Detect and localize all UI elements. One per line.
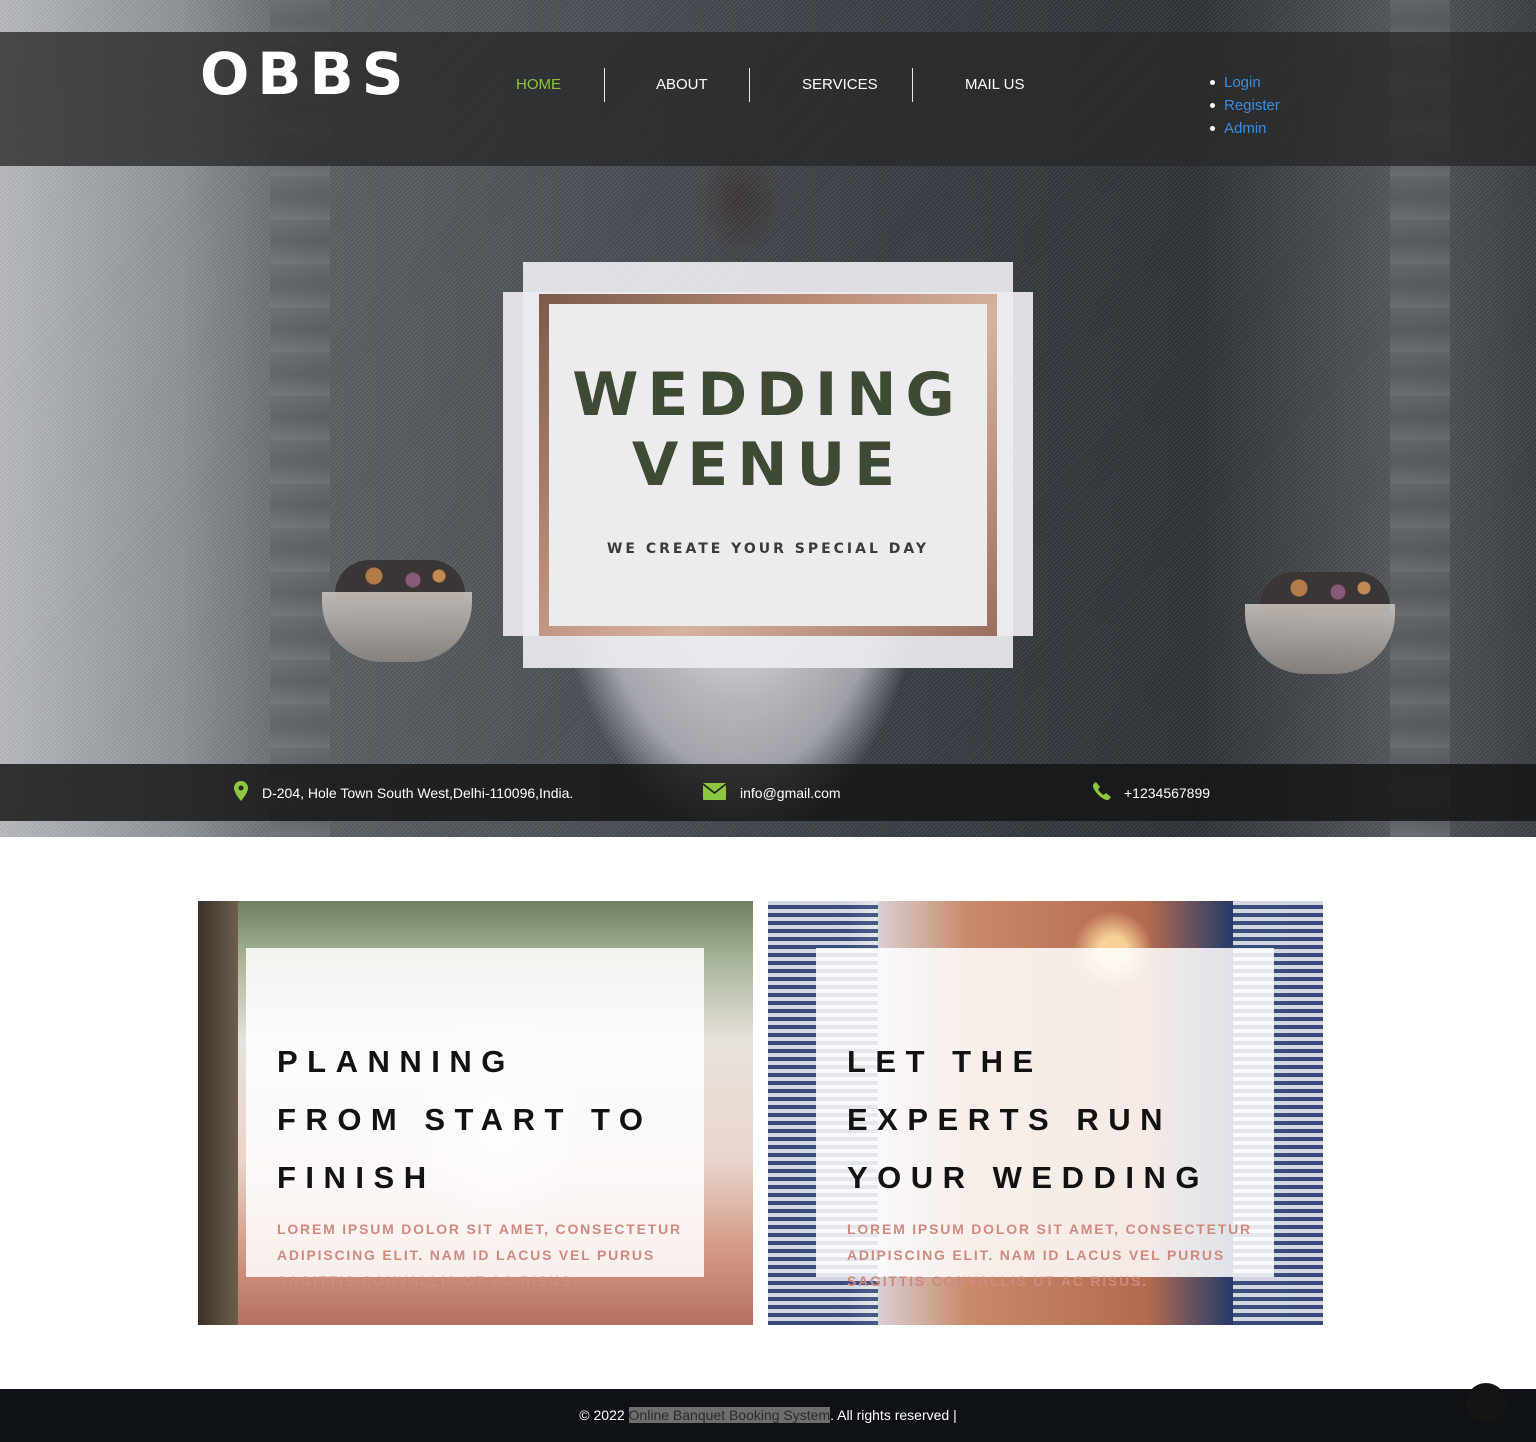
envelope-icon xyxy=(703,783,726,800)
nav-link-home[interactable]: HOME xyxy=(516,75,561,95)
site-logo[interactable]: OBBS xyxy=(200,42,412,106)
urn-decoration xyxy=(1245,604,1395,674)
feature-card-text-line: ADIPISCING ELIT. NAM ID LACUS VEL PURUS xyxy=(277,1247,655,1263)
feature-card-title-line: FINISH xyxy=(277,1160,436,1195)
feature-card-panel: LET THE EXPERTS RUN YOUR WEDDING LOREM I… xyxy=(816,948,1274,1289)
footer-copyright-suffix: . All rights reserved | xyxy=(830,1407,957,1423)
contact-phone[interactable]: +1234567899 xyxy=(1124,784,1210,802)
register-link[interactable]: Register xyxy=(1224,97,1280,114)
feature-card-experts: LET THE EXPERTS RUN YOUR WEDDING LOREM I… xyxy=(768,901,1323,1325)
feature-card-text: LOREM IPSUM DOLOR SIT AMET, CONSECTETUR … xyxy=(847,1216,1267,1294)
map-marker-icon xyxy=(234,781,248,801)
scroll-to-top-button[interactable] xyxy=(1466,1383,1506,1423)
feature-card-title-line: LET THE xyxy=(847,1044,1043,1079)
feature-card-title: PLANNING FROM START TO FINISH xyxy=(277,1033,687,1207)
feature-card-panel: PLANNING FROM START TO FINISH LOREM IPSU… xyxy=(246,948,704,1289)
contact-address: D-204, Hole Town South West,Delhi-110096… xyxy=(262,785,574,801)
nav-separator xyxy=(912,68,913,102)
auth-list-item: Login xyxy=(1209,72,1280,95)
feature-card-planning: PLANNING FROM START TO FINISH LOREM IPSU… xyxy=(198,901,753,1325)
urn-decoration xyxy=(322,592,472,662)
feature-card-title: LET THE EXPERTS RUN YOUR WEDDING xyxy=(847,1033,1257,1207)
feature-card-text: LOREM IPSUM DOLOR SIT AMET, CONSECTETUR … xyxy=(277,1216,697,1294)
auth-links-list: Login Register Admin xyxy=(1209,72,1280,141)
nav-separator xyxy=(749,68,750,102)
login-link[interactable]: Login xyxy=(1224,74,1261,91)
feature-card-text-line: ADIPISCING ELIT. NAM ID LACUS VEL PURUS xyxy=(847,1247,1225,1263)
feature-card-title-line: YOUR WEDDING xyxy=(847,1160,1209,1195)
feature-card-title-line: EXPERTS RUN xyxy=(847,1102,1172,1137)
footer-copyright: © 2022 Online Banquet Booking System. Al… xyxy=(0,1405,1536,1425)
feature-card-text-line: LOREM IPSUM DOLOR SIT AMET, CONSECTETUR xyxy=(277,1221,682,1237)
banner-title-line-1: WEDDING xyxy=(572,360,964,430)
feature-card-text-line: LOREM IPSUM DOLOR SIT AMET, CONSECTETUR xyxy=(847,1221,1252,1237)
nav-link-services[interactable]: SERVICES xyxy=(802,75,878,95)
admin-link[interactable]: Admin xyxy=(1224,120,1267,137)
feature-card-text-line: SAGITTIS CONVALLIS UT AC RISUS. xyxy=(277,1273,578,1289)
banner-title-line-2: VENUE xyxy=(631,430,905,500)
footer-site-link[interactable]: Online Banquet Booking System xyxy=(628,1407,831,1423)
auth-list-item: Admin xyxy=(1209,118,1280,141)
feature-card-title-line: FROM START TO xyxy=(277,1102,653,1137)
phone-icon xyxy=(1093,782,1111,800)
auth-list-item: Register xyxy=(1209,95,1280,118)
nav-separator xyxy=(604,68,605,102)
feature-card-title-line: PLANNING xyxy=(277,1044,515,1079)
tree-trunk-decoration xyxy=(198,901,238,1325)
nav-link-about[interactable]: ABOUT xyxy=(656,75,708,95)
contact-email[interactable]: info@gmail.com xyxy=(740,784,841,802)
feature-card-text-line: SAGITTIS CONVALLIS UT AC RISUS. xyxy=(847,1273,1148,1289)
nav-link-mail-us[interactable]: MAIL US xyxy=(965,75,1024,95)
footer-copyright-prefix: © 2022 xyxy=(579,1407,629,1423)
banner-subtitle: WE CREATE YOUR SPECIAL DAY xyxy=(606,541,930,557)
